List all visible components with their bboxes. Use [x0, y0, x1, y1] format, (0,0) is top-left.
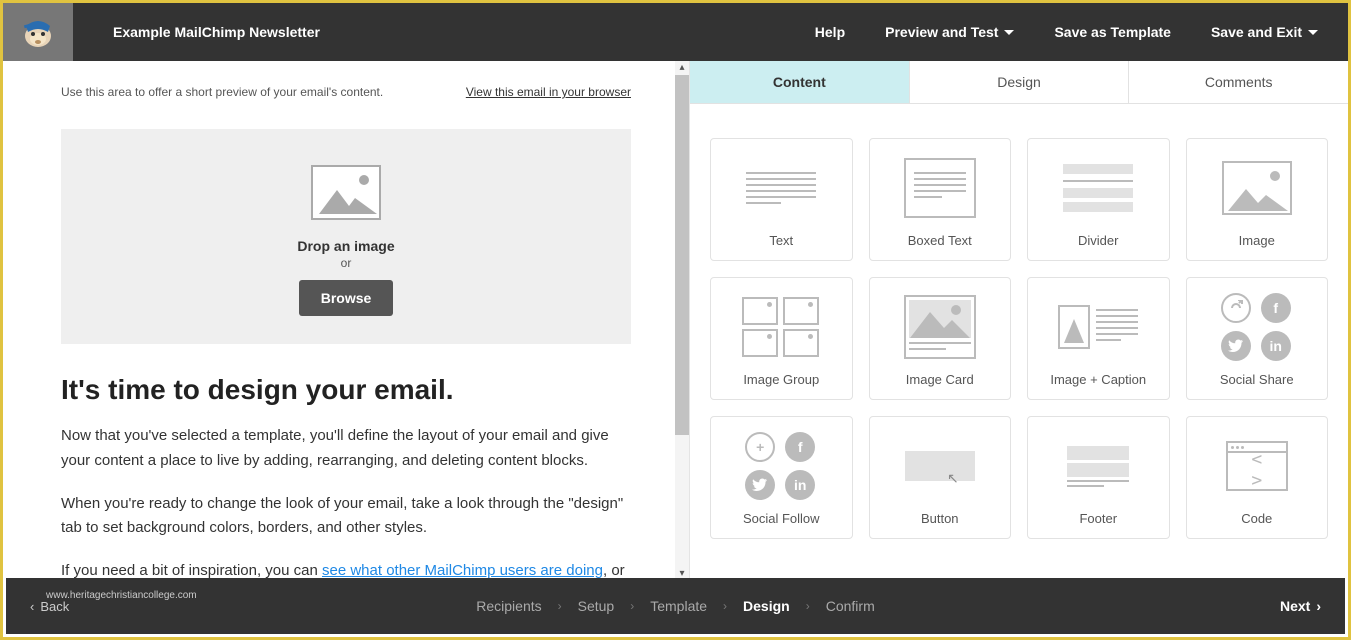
mailchimp-logo[interactable] [3, 3, 73, 61]
tab-design[interactable]: Design [910, 61, 1130, 103]
block-label: Social Share [1220, 372, 1294, 387]
email-paragraph-1[interactable]: Now that you've selected a template, you… [61, 424, 631, 474]
email-heading[interactable]: It's time to design your email. [61, 374, 631, 406]
chevron-right-icon: › [723, 599, 727, 613]
boxed-text-icon [904, 153, 976, 223]
main-area: ▴ ▾ Use this area to offer a short previ… [3, 61, 1348, 581]
block-label: Image Group [743, 372, 819, 387]
chevron-right-icon: › [558, 599, 562, 613]
block-label: Footer [1079, 511, 1117, 526]
block-label: Image Card [906, 372, 974, 387]
block-image-card[interactable]: Image Card [869, 277, 1012, 400]
block-code[interactable]: < > Code [1186, 416, 1329, 539]
block-social-share[interactable]: f in Social Share [1186, 277, 1329, 400]
preview-hint-text[interactable]: Use this area to offer a short preview o… [61, 85, 383, 99]
block-label: Button [921, 511, 959, 526]
help-link[interactable]: Help [815, 24, 845, 40]
step-recipients[interactable]: Recipients [476, 598, 541, 614]
scrollbar-thumb[interactable] [675, 75, 689, 435]
drop-image-label: Drop an image [81, 238, 611, 254]
chevron-right-icon: › [1316, 598, 1321, 614]
chevron-down-icon [1004, 30, 1014, 35]
campaign-title: Example MailChimp Newsletter [113, 24, 320, 40]
preview-test-label: Preview and Test [885, 24, 998, 40]
email-paragraph-2[interactable]: When you're ready to change the look of … [61, 492, 631, 542]
block-label: Boxed Text [908, 233, 972, 248]
block-label: Image [1239, 233, 1275, 248]
scroll-up-arrow[interactable]: ▴ [677, 63, 687, 73]
see-others-link[interactable]: see what other MailChimp users are doing [322, 562, 603, 579]
block-footer[interactable]: Footer [1027, 416, 1170, 539]
block-label: Image + Caption [1050, 372, 1146, 387]
p3-text-b: , or [603, 562, 625, 579]
chevron-left-icon: ‹ [30, 599, 34, 614]
bottom-bar: ‹ Back www.heritagechristiancollege.com … [6, 578, 1345, 634]
scrollbar[interactable]: ▴ ▾ [675, 61, 689, 581]
top-bar: Example MailChimp Newsletter Help Previe… [3, 3, 1348, 61]
save-exit-dropdown[interactable]: Save and Exit [1211, 24, 1318, 40]
preview-test-dropdown[interactable]: Preview and Test [885, 24, 1014, 40]
block-label: Social Follow [743, 511, 820, 526]
block-label: Divider [1078, 233, 1118, 248]
divider-icon [1063, 153, 1133, 223]
preheader-row: Use this area to offer a short preview o… [61, 85, 631, 99]
footer-block-icon [1067, 431, 1129, 501]
drop-or-label: or [81, 256, 611, 270]
block-image-group[interactable]: Image Group [710, 277, 853, 400]
block-label: Code [1241, 511, 1272, 526]
wizard-steps: Recipients › Setup › Template › Design ›… [476, 598, 874, 614]
freddie-icon [18, 12, 58, 52]
block-image-caption[interactable]: Image + Caption [1027, 277, 1170, 400]
chevron-right-icon: › [630, 599, 634, 613]
block-button[interactable]: ↖ Button [869, 416, 1012, 539]
email-preview-panel: ▴ ▾ Use this area to offer a short previ… [3, 61, 689, 581]
p3-text-a: If you need a bit of inspiration, you ca… [61, 562, 322, 579]
chevron-right-icon: › [806, 599, 810, 613]
image-dropzone[interactable]: Drop an image or Browse [61, 129, 631, 344]
save-exit-label: Save and Exit [1211, 24, 1302, 40]
image-icon [1222, 153, 1292, 223]
chevron-down-icon [1308, 30, 1318, 35]
next-button[interactable]: Next › [1280, 598, 1321, 614]
block-divider[interactable]: Divider [1027, 138, 1170, 261]
block-label: Text [769, 233, 793, 248]
step-design[interactable]: Design [743, 598, 790, 614]
text-block-icon [746, 153, 816, 223]
tab-comments[interactable]: Comments [1129, 61, 1348, 103]
code-block-icon: < > [1226, 431, 1288, 501]
step-confirm[interactable]: Confirm [826, 598, 875, 614]
block-social-follow[interactable]: + f in Social Follow [710, 416, 853, 539]
cursor-icon: ↖ [947, 470, 959, 487]
step-template[interactable]: Template [650, 598, 707, 614]
image-caption-icon [1058, 292, 1138, 362]
blocks-panel: Content Design Comments Text Boxed Text [689, 61, 1348, 581]
email-body: Use this area to offer a short preview o… [3, 61, 689, 581]
panel-tabs: Content Design Comments [690, 61, 1348, 104]
browse-button[interactable]: Browse [299, 280, 394, 316]
image-group-icon [742, 292, 820, 362]
step-setup[interactable]: Setup [578, 598, 615, 614]
content-blocks-grid: Text Boxed Text Divider Image [690, 104, 1348, 559]
block-text[interactable]: Text [710, 138, 853, 261]
social-share-icon: f in [1221, 292, 1293, 362]
social-follow-icon: + f in [745, 431, 817, 501]
next-label: Next [1280, 598, 1310, 614]
block-boxed-text[interactable]: Boxed Text [869, 138, 1012, 261]
overlay-url: www.heritagechristiancollege.com [46, 590, 197, 601]
button-block-icon: ↖ [905, 431, 975, 501]
block-image[interactable]: Image [1186, 138, 1329, 261]
image-card-icon [904, 292, 976, 362]
view-in-browser-link[interactable]: View this email in your browser [466, 85, 631, 99]
image-placeholder-icon [311, 165, 381, 220]
save-template-button[interactable]: Save as Template [1054, 24, 1170, 40]
tab-content[interactable]: Content [690, 61, 910, 103]
topbar-actions: Help Preview and Test Save as Template S… [815, 24, 1348, 40]
